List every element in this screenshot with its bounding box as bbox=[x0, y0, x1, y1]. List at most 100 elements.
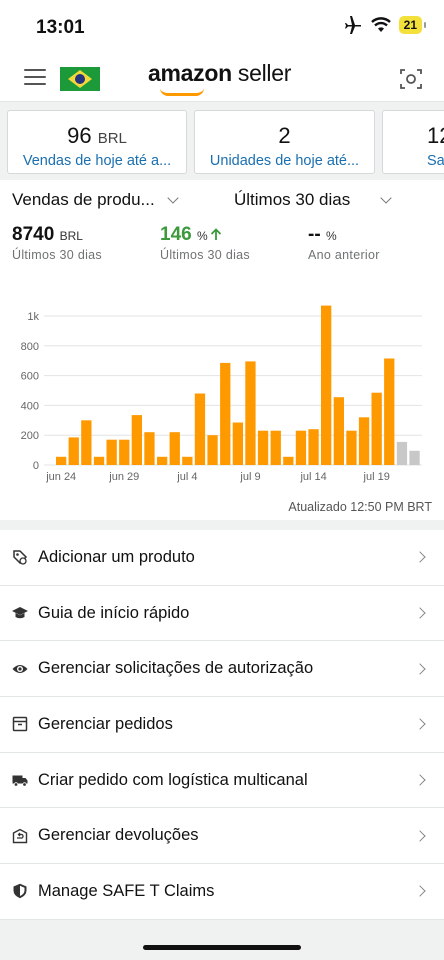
metric-change: 146 % Últimos 30 dias bbox=[160, 224, 250, 262]
chart-y-tick-label: 600 bbox=[21, 371, 39, 383]
menu-icon[interactable] bbox=[24, 69, 46, 85]
chart-y-tick-label: 400 bbox=[21, 400, 39, 412]
metric-value: 8740 bbox=[12, 224, 55, 245]
period-dropdown-label: Últimos 30 dias bbox=[234, 190, 351, 209]
chart-y-tick-label: 1k bbox=[27, 311, 39, 323]
arrow-up-icon bbox=[210, 228, 221, 240]
chart-bar bbox=[371, 392, 382, 465]
scan-icon[interactable] bbox=[400, 68, 422, 90]
menu-item-safe-t-claims[interactable]: Manage SAFE T Claims bbox=[0, 864, 444, 920]
chart-bar bbox=[81, 420, 92, 465]
chart-y-tick-label: 800 bbox=[21, 341, 39, 353]
brazil-flag-icon[interactable] bbox=[60, 67, 100, 91]
chevron-right-icon bbox=[414, 607, 426, 619]
menu-item-manage-orders[interactable]: Gerenciar pedidos bbox=[0, 697, 444, 753]
airplane-icon bbox=[344, 16, 361, 34]
graduation-cap-icon bbox=[12, 607, 28, 619]
metric-sub: Ano anterior bbox=[308, 248, 380, 262]
chevron-right-icon bbox=[414, 885, 426, 898]
shield-icon bbox=[13, 884, 27, 899]
chart-bar bbox=[245, 361, 256, 465]
metric-dropdown[interactable]: Vendas de produ... bbox=[12, 190, 179, 210]
box-icon bbox=[12, 717, 28, 732]
menu-item-label: Criar pedido com logística multicanal bbox=[38, 770, 308, 789]
metric-unit: BRL bbox=[59, 229, 83, 243]
chart-bar bbox=[270, 430, 281, 465]
chevron-right-icon bbox=[414, 830, 426, 842]
chevron-down-icon bbox=[167, 192, 179, 204]
chevron-right-icon bbox=[414, 774, 426, 786]
chart-bar bbox=[283, 456, 294, 465]
chart-bar bbox=[321, 305, 332, 465]
status-bar: 13:01 21 bbox=[0, 0, 444, 54]
chart-bar bbox=[396, 441, 408, 465]
summary-card[interactable]: 96 BRL Vendas de hoje até a... bbox=[7, 110, 187, 174]
chart-bar bbox=[333, 397, 344, 465]
metric-unit: % bbox=[325, 229, 337, 243]
metric-unit: % bbox=[196, 229, 208, 243]
chart-bar bbox=[308, 429, 319, 465]
metric-sales: 8740 BRL Últimos 30 dias bbox=[12, 224, 102, 262]
card-label[interactable]: Vendas de hoje até a... bbox=[8, 153, 186, 169]
chart-bar bbox=[68, 437, 79, 465]
app-header: amazon seller bbox=[0, 54, 444, 102]
sales-panel: Vendas de produ... Últimos 30 dias 8740 … bbox=[0, 180, 444, 520]
chart-bar bbox=[119, 439, 130, 465]
chart-bar bbox=[346, 430, 357, 465]
summary-card[interactable]: 2 Unidades de hoje até... bbox=[194, 110, 375, 174]
chart-bar bbox=[131, 415, 142, 465]
chart-bar bbox=[93, 456, 105, 465]
chart-bar bbox=[232, 422, 243, 465]
chart-bar bbox=[144, 432, 155, 465]
chart-bar bbox=[257, 430, 269, 465]
menu-item-label: Manage SAFE T Claims bbox=[38, 881, 215, 900]
chart-y-tick-label: 0 bbox=[33, 460, 39, 472]
status-time: 13:01 bbox=[36, 17, 85, 38]
battery-indicator: 21 bbox=[398, 16, 427, 34]
card-unit: BRL bbox=[97, 130, 127, 147]
menu-item-label: Gerenciar devoluções bbox=[38, 826, 199, 845]
menu-item-quick-start[interactable]: Guia de início rápido bbox=[0, 586, 444, 642]
menu-item-authorization-requests[interactable]: Gerenciar solicitações de autorização bbox=[0, 641, 444, 698]
chart-bar bbox=[358, 417, 370, 465]
metric-value: -- bbox=[308, 224, 321, 245]
menu-item-label: Gerenciar pedidos bbox=[38, 714, 173, 733]
card-value: 12 bbox=[427, 123, 444, 148]
card-label[interactable]: Unidades de hoje até... bbox=[195, 153, 374, 169]
menu-item-label: Gerenciar solicitações de autorização bbox=[38, 659, 314, 678]
chart-x-tick-label: jun 29 bbox=[108, 471, 139, 483]
chart-bar bbox=[384, 358, 395, 465]
action-menu: Adicionar um produto Guia de início rápi… bbox=[0, 530, 444, 920]
metric-sub: Últimos 30 dias bbox=[160, 248, 250, 262]
chevron-right-icon bbox=[414, 551, 426, 564]
menu-item-manage-returns[interactable]: Gerenciar devoluções bbox=[0, 808, 444, 865]
menu-item-add-product[interactable]: Adicionar um produto bbox=[0, 530, 444, 586]
metric-sub: Últimos 30 dias bbox=[12, 248, 102, 262]
menu-item-label: Adicionar um produto bbox=[38, 547, 195, 566]
menu-item-multichannel-order[interactable]: Criar pedido com logística multicanal bbox=[0, 753, 444, 809]
chart-x-tick-label: jul 14 bbox=[299, 471, 326, 483]
wifi-icon bbox=[370, 17, 391, 32]
chart-bar bbox=[295, 430, 307, 465]
summary-card[interactable]: 12 Sa bbox=[382, 110, 444, 174]
tag-icon bbox=[13, 550, 28, 565]
truck-icon bbox=[12, 775, 28, 787]
chevron-down-icon bbox=[380, 192, 392, 204]
eye-icon bbox=[12, 664, 28, 673]
updated-timestamp: Atualizado 12:50 PM BRT bbox=[288, 500, 432, 514]
home-indicator[interactable] bbox=[143, 945, 301, 950]
amazon-seller-logo: amazon seller bbox=[148, 60, 291, 96]
chart-bar bbox=[182, 456, 193, 465]
metric-value: 146 bbox=[160, 224, 192, 245]
metric-dropdown-label: Vendas de produ... bbox=[12, 190, 155, 209]
chevron-right-icon bbox=[414, 718, 426, 731]
period-dropdown[interactable]: Últimos 30 dias bbox=[234, 190, 392, 210]
chart-x-tick-label: jul 4 bbox=[176, 471, 197, 483]
card-label[interactable]: Sa bbox=[427, 153, 444, 169]
metric-previous-year: -- % Ano anterior bbox=[308, 224, 380, 262]
chart-bar bbox=[409, 450, 420, 465]
chart-y-tick-label: 200 bbox=[21, 430, 39, 442]
menu-item-label: Guia de início rápido bbox=[38, 603, 190, 622]
card-value: 2 bbox=[278, 123, 291, 148]
chart-x-tick-label: jul 9 bbox=[239, 471, 260, 483]
